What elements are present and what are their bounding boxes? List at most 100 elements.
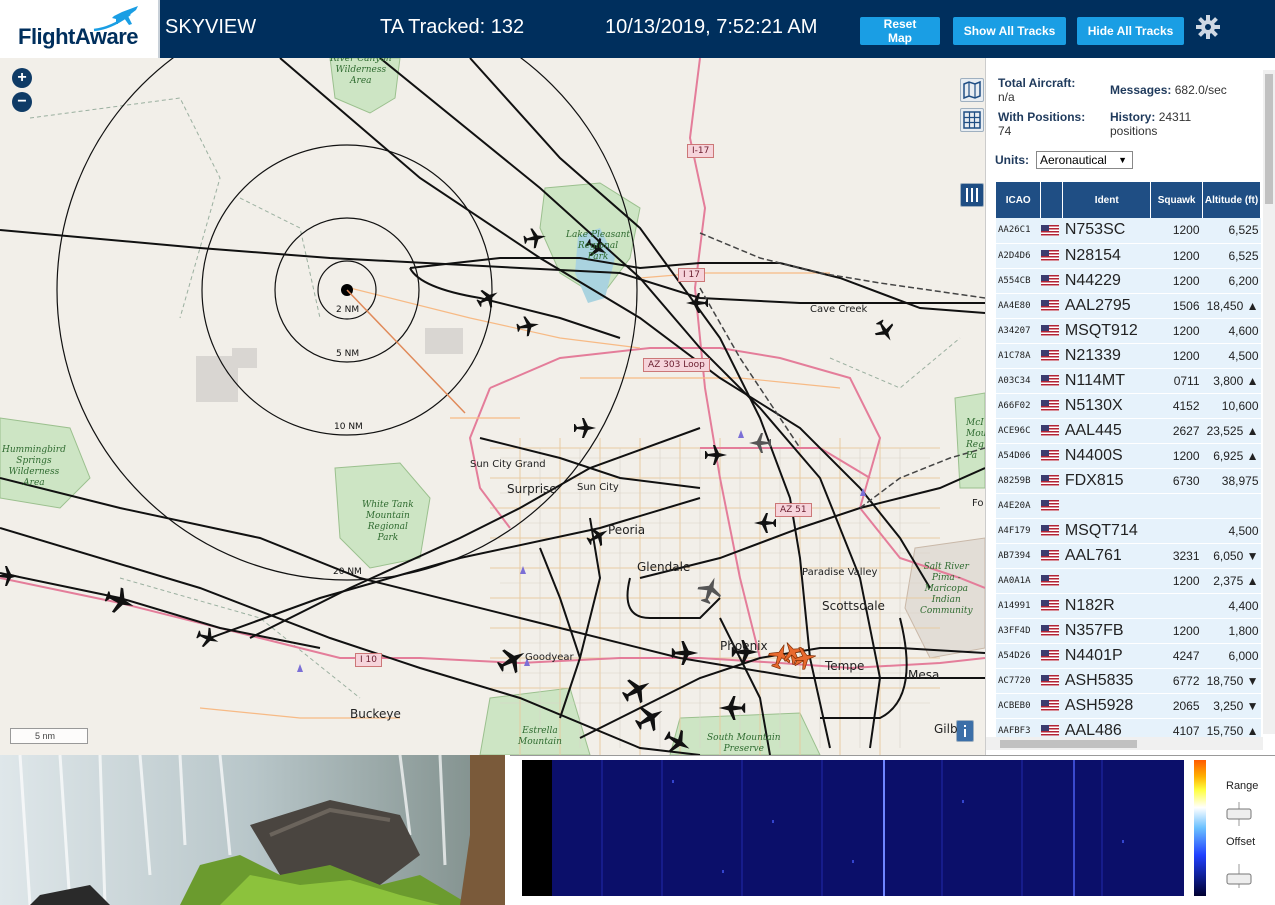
aircraft-row[interactable]: A4E20A	[996, 493, 1261, 519]
aircraft-row[interactable]: A03C34 N114MT 0711 3,800 ▲	[996, 368, 1261, 394]
show-all-tracks-button[interactable]: Show All Tracks	[953, 17, 1066, 45]
info-button[interactable]	[956, 720, 974, 742]
aircraft-row[interactable]: AA4E80 AAL2795 1506 18,450 ▲	[996, 293, 1261, 319]
altitude-cell: 38,975	[1202, 468, 1261, 494]
range-slider[interactable]	[1224, 802, 1254, 826]
aircraft-row[interactable]: ACE96C AAL445 2627 23,525 ▲	[996, 418, 1261, 444]
altitude-cell: 18,750 ▼	[1202, 668, 1261, 694]
us-flag-icon	[1040, 649, 1059, 661]
column-toggle-button[interactable]	[960, 183, 984, 207]
aircraft-row[interactable]: A34207 MSQT912 1200 4,600	[996, 318, 1261, 344]
squawk-cell: 1200	[1150, 243, 1203, 269]
aircraft-row[interactable]: A14991 N182R 4,400	[996, 593, 1261, 619]
us-flag-icon	[1040, 674, 1059, 686]
aircraft-row[interactable]: AA26C1 N753SC 1200 6,525	[996, 218, 1261, 244]
aircraft-row[interactable]: A8259B FDX815 6730 38,975	[996, 468, 1261, 494]
zoom-out-button[interactable]: −	[12, 92, 32, 112]
grid-toggle-button[interactable]	[960, 108, 984, 132]
place-glendale: Glendale	[637, 560, 691, 574]
ident-cell: N5130X	[1062, 393, 1151, 419]
current-datetime: 10/13/2019, 7:52:21 AM	[605, 16, 818, 38]
aircraft-row[interactable]: A54D26 N4401P 4247 6,000	[996, 643, 1261, 669]
squawk-cell: 2065	[1150, 693, 1203, 719]
column-header-squawk[interactable]: Squawk	[1150, 182, 1204, 218]
with-positions-label: With Positions:	[998, 110, 1086, 124]
aircraft-row[interactable]: AA0A1A 1200 2,375 ▲	[996, 568, 1261, 594]
ident-cell: N114MT	[1062, 368, 1151, 394]
column-header-ident[interactable]: Ident	[1062, 182, 1152, 218]
park-south-mountain: South Mountain Preserve	[707, 733, 781, 754]
country-flag-icon	[1040, 593, 1063, 619]
ident-cell: AAL2795	[1062, 293, 1151, 319]
ident-cell: N182R	[1062, 593, 1151, 619]
highway-az51: AZ 51	[775, 503, 812, 517]
ident-cell	[1062, 493, 1151, 519]
offset-slider[interactable]	[1224, 864, 1254, 888]
map-layers-button[interactable]	[960, 78, 984, 102]
hide-all-tracks-button[interactable]: Hide All Tracks	[1077, 17, 1184, 45]
app-name: SKYVIEW	[165, 16, 257, 38]
total-aircraft-value: n/a	[998, 90, 1015, 104]
aircraft-row[interactable]: A554CB N44229 1200 6,200	[996, 268, 1261, 294]
icao-cell: AA4E80	[996, 293, 1041, 319]
units-value: Aeronautical	[1040, 153, 1107, 167]
flightaware-logo[interactable]: FlightAware	[0, 0, 160, 58]
altitude-cell: 15,750 ▲	[1202, 718, 1261, 737]
aircraft-row[interactable]: A2D4D6 N28154 1200 6,525	[996, 243, 1261, 269]
aircraft-row[interactable]: AC7720 ASH5835 6772 18,750 ▼	[996, 668, 1261, 694]
zoom-in-button[interactable]: +	[12, 68, 32, 88]
column-header-flag[interactable]	[1040, 182, 1064, 218]
column-header-altitude[interactable]: Altitude (ft)	[1202, 182, 1261, 218]
icao-cell: A8259B	[996, 468, 1041, 494]
scrollbar-thumb[interactable]	[1000, 740, 1137, 748]
us-flag-icon	[1040, 449, 1059, 461]
aircraft-row[interactable]: AB7394 AAL761 3231 6,050 ▼	[996, 543, 1261, 569]
icao-cell: A4E20A	[996, 493, 1041, 519]
ident-cell: ASH5835	[1062, 668, 1151, 694]
icao-cell: ACBEB0	[996, 693, 1041, 719]
icao-cell: A03C34	[996, 368, 1041, 394]
chevron-down-icon: ▼	[1118, 155, 1127, 165]
aircraft-row[interactable]: AAFBF3 AAL486 4107 15,750 ▲	[996, 718, 1261, 737]
reset-map-button[interactable]: Reset Map	[860, 17, 940, 45]
us-flag-icon	[1040, 249, 1059, 261]
ring-label-2nm: 2 NM	[336, 305, 360, 315]
aircraft-row[interactable]: A66F02 N5130X 4152 10,600	[996, 393, 1261, 419]
squawk-cell: 1200	[1150, 218, 1203, 244]
place-buckeye: Buckeye	[350, 707, 401, 721]
squawk-cell: 2627	[1150, 418, 1203, 444]
icao-cell: A54D06	[996, 443, 1041, 469]
aircraft-row[interactable]: A1C78A N21339 1200 4,500	[996, 343, 1261, 369]
table-vertical-scrollbar[interactable]	[1263, 70, 1275, 734]
offset-label: Offset	[1226, 836, 1256, 848]
units-select[interactable]: Aeronautical ▼	[1036, 151, 1133, 169]
us-flag-icon	[1040, 424, 1059, 436]
icao-cell: A3FF4D	[996, 618, 1041, 644]
country-flag-icon	[1040, 443, 1063, 469]
column-header-icao[interactable]: ICAO	[996, 182, 1042, 218]
icao-cell: A4F179	[996, 518, 1041, 544]
scrollbar-thumb[interactable]	[1265, 74, 1273, 204]
table-horizontal-scrollbar[interactable]	[986, 737, 1263, 750]
country-flag-icon	[1040, 568, 1063, 594]
country-flag-icon	[1040, 218, 1063, 244]
altitude-cell	[1202, 493, 1261, 519]
aircraft-row[interactable]: A3FF4D N357FB 1200 1,800	[996, 618, 1261, 644]
aircraft-table-container[interactable]: ICAO Ident Squawk Altitude (ft) AA26C1 N7…	[996, 182, 1261, 737]
gear-icon[interactable]	[1195, 14, 1221, 40]
spectrum-waterfall	[522, 760, 1184, 896]
ident-cell: MSQT714	[1062, 518, 1151, 544]
aircraft-row[interactable]: A54D06 N4400S 1200 6,925 ▲	[996, 443, 1261, 469]
ident-cell: ASH5928	[1062, 693, 1151, 719]
us-flag-icon	[1040, 524, 1059, 536]
aircraft-row[interactable]: ACBEB0 ASH5928 2065 3,250 ▼	[996, 693, 1261, 719]
country-flag-icon	[1040, 318, 1063, 344]
map-view[interactable]: + − 5 nm 2 NM 5 NM 10 NM 20 NM Cave Cree…	[0, 58, 985, 755]
squawk-cell: 4107	[1150, 718, 1203, 737]
ident-cell: AAL445	[1062, 418, 1151, 444]
spectrum-display	[552, 760, 1184, 896]
altitude-cell: 2,375 ▲	[1202, 568, 1261, 594]
icao-cell: A34207	[996, 318, 1041, 344]
total-aircraft-label: Total Aircraft:	[998, 76, 1076, 90]
aircraft-row[interactable]: A4F179 MSQT714 4,500	[996, 518, 1261, 544]
